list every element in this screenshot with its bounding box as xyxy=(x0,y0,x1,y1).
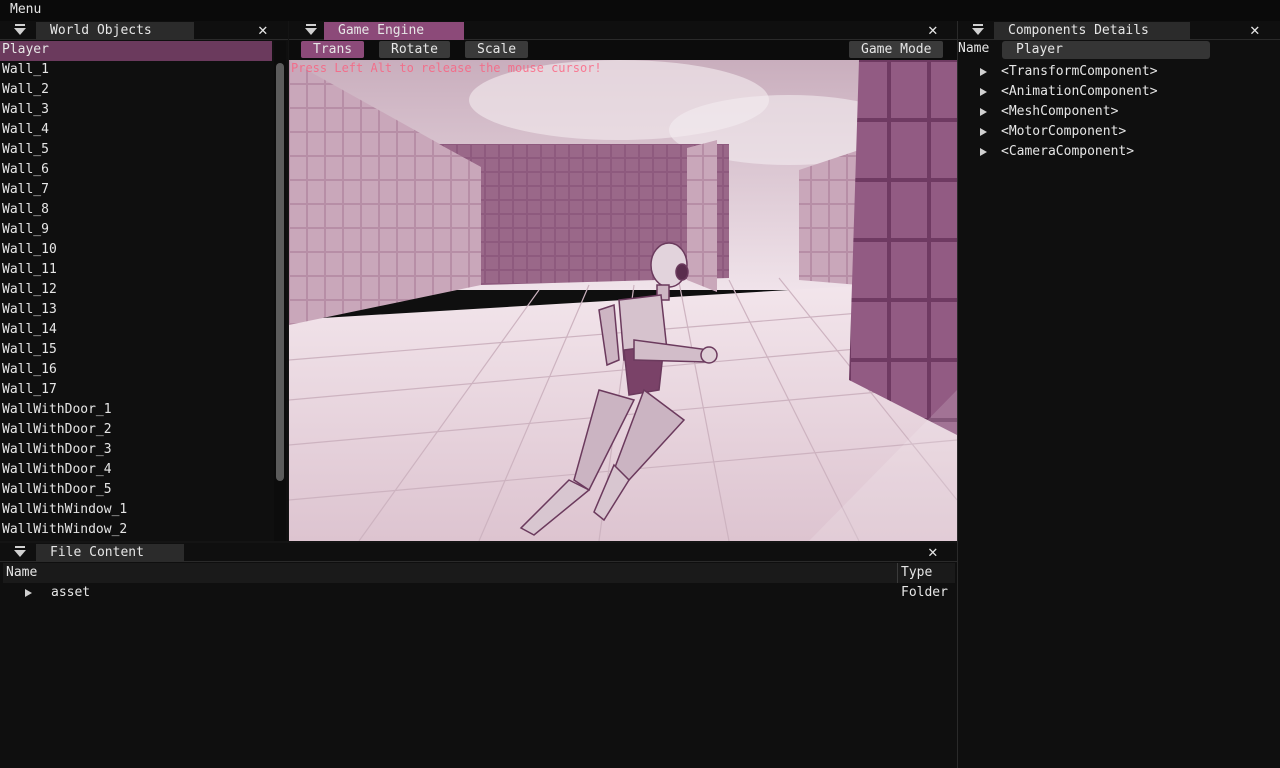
close-icon[interactable]: ✕ xyxy=(258,21,268,39)
close-icon[interactable]: ✕ xyxy=(928,21,938,39)
component-label: <CameraComponent> xyxy=(1001,144,1135,159)
scale-button[interactable]: Scale xyxy=(465,41,529,58)
table-row[interactable]: asset Folder xyxy=(3,583,955,603)
game-engine-panel: Game Engine ✕ Trans Rotate Scale Game Mo… xyxy=(289,21,957,541)
name-label: Name xyxy=(958,41,990,56)
tab-file-content[interactable]: File Content xyxy=(36,544,184,562)
close-icon[interactable]: ✕ xyxy=(928,543,938,561)
list-item[interactable]: Wall_9 xyxy=(0,221,272,241)
list-item[interactable]: Wall_3 xyxy=(0,101,272,121)
component-name-row: Name Player xyxy=(958,40,1280,60)
tab-components-details[interactable]: Components Details xyxy=(994,22,1190,40)
column-divider[interactable] xyxy=(897,563,898,583)
expand-arrow-icon[interactable] xyxy=(980,67,987,76)
expand-arrow-icon[interactable] xyxy=(980,107,987,116)
close-icon[interactable]: ✕ xyxy=(1250,21,1260,39)
component-label: <TransformComponent> xyxy=(1001,64,1158,79)
rotate-button[interactable]: Rotate xyxy=(379,41,450,58)
component-motor[interactable]: <MotorComponent> xyxy=(980,122,1126,142)
file-content-panel: File Content ✕ Name Type asset Folder xyxy=(0,543,957,768)
list-item[interactable]: Wall_7 xyxy=(0,181,272,201)
expand-arrow-icon[interactable] xyxy=(25,589,32,597)
list-item[interactable]: Wall_17 xyxy=(0,381,272,401)
list-item[interactable]: Wall_16 xyxy=(0,361,272,381)
collapse-icon[interactable] xyxy=(305,24,319,36)
game-engine-titlebar: Game Engine ✕ xyxy=(289,21,957,40)
list-item[interactable]: Wall_11 xyxy=(0,261,272,281)
list-item[interactable]: Wall_14 xyxy=(0,321,272,341)
gizmo-toolbar: Trans Rotate Scale Game Mode xyxy=(289,40,957,60)
list-item[interactable]: WallWithWindow_1 xyxy=(0,501,272,521)
collapse-icon[interactable] xyxy=(14,24,28,36)
list-item[interactable]: Wall_4 xyxy=(0,121,272,141)
expand-arrow-icon[interactable] xyxy=(980,127,987,136)
scrollbar-thumb[interactable] xyxy=(276,63,284,481)
world-objects-panel: World Objects ✕ Player Wall_1 Wall_2 Wal… xyxy=(0,21,288,541)
column-header-type[interactable]: Type xyxy=(901,565,932,580)
list-item[interactable]: WallWithDoor_3 xyxy=(0,441,272,461)
list-item[interactable]: Wall_1 xyxy=(0,61,272,81)
file-type: Folder xyxy=(901,585,948,600)
components-titlebar: Components Details ✕ xyxy=(958,21,1280,40)
translate-button[interactable]: Trans xyxy=(301,41,365,58)
file-table-header: Name Type xyxy=(3,563,955,583)
world-objects-list: Player Wall_1 Wall_2 Wall_3 Wall_4 Wall_… xyxy=(0,41,272,541)
list-item[interactable]: WallWithDoor_5 xyxy=(0,481,272,501)
list-item[interactable]: Wall_2 xyxy=(0,81,272,101)
list-item[interactable]: Player xyxy=(0,41,272,61)
list-item[interactable]: Wall_15 xyxy=(0,341,272,361)
entity-name-field[interactable]: Player xyxy=(1002,41,1210,59)
components-details-panel: Components Details ✕ Name Player <Transf… xyxy=(958,21,1280,768)
game-viewport[interactable] xyxy=(289,60,957,541)
column-header-name[interactable]: Name xyxy=(6,565,37,580)
tab-world-objects[interactable]: World Objects xyxy=(36,22,194,40)
game-mode-button[interactable]: Game Mode xyxy=(849,41,944,58)
menu-bar: Menu xyxy=(0,0,1280,21)
tab-game-engine[interactable]: Game Engine xyxy=(324,22,464,40)
file-content-titlebar: File Content ✕ xyxy=(0,543,957,562)
mouse-release-hint: Press Left Alt to release the mouse curs… xyxy=(291,61,602,75)
component-animation[interactable]: <AnimationComponent> xyxy=(980,82,1158,102)
list-item[interactable]: WallWithDoor_2 xyxy=(0,421,272,441)
collapse-icon[interactable] xyxy=(972,24,986,36)
menu-button[interactable]: Menu xyxy=(10,2,41,17)
list-item[interactable]: WallWithDoor_4 xyxy=(0,461,272,481)
component-label: <MeshComponent> xyxy=(1001,104,1119,119)
world-objects-titlebar: World Objects ✕ xyxy=(0,21,288,40)
list-item[interactable]: Wall_12 xyxy=(0,281,272,301)
list-item[interactable]: WallWithDoor_1 xyxy=(0,401,272,421)
component-label: <AnimationComponent> xyxy=(1001,84,1158,99)
expand-arrow-icon[interactable] xyxy=(980,87,987,96)
list-item[interactable]: Wall_6 xyxy=(0,161,272,181)
collapse-icon[interactable] xyxy=(14,546,28,558)
list-item[interactable]: WallWithWindow_2 xyxy=(0,521,272,541)
expand-arrow-icon[interactable] xyxy=(980,147,987,156)
component-label: <MotorComponent> xyxy=(1001,124,1127,139)
list-item[interactable]: Wall_10 xyxy=(0,241,272,261)
component-mesh[interactable]: <MeshComponent> xyxy=(980,102,1118,122)
component-transform[interactable]: <TransformComponent> xyxy=(980,62,1158,82)
list-item[interactable]: Wall_8 xyxy=(0,201,272,221)
file-name: asset xyxy=(51,585,91,600)
list-item[interactable]: Wall_13 xyxy=(0,301,272,321)
component-camera[interactable]: <CameraComponent> xyxy=(980,142,1134,162)
list-item[interactable]: Wall_5 xyxy=(0,141,272,161)
